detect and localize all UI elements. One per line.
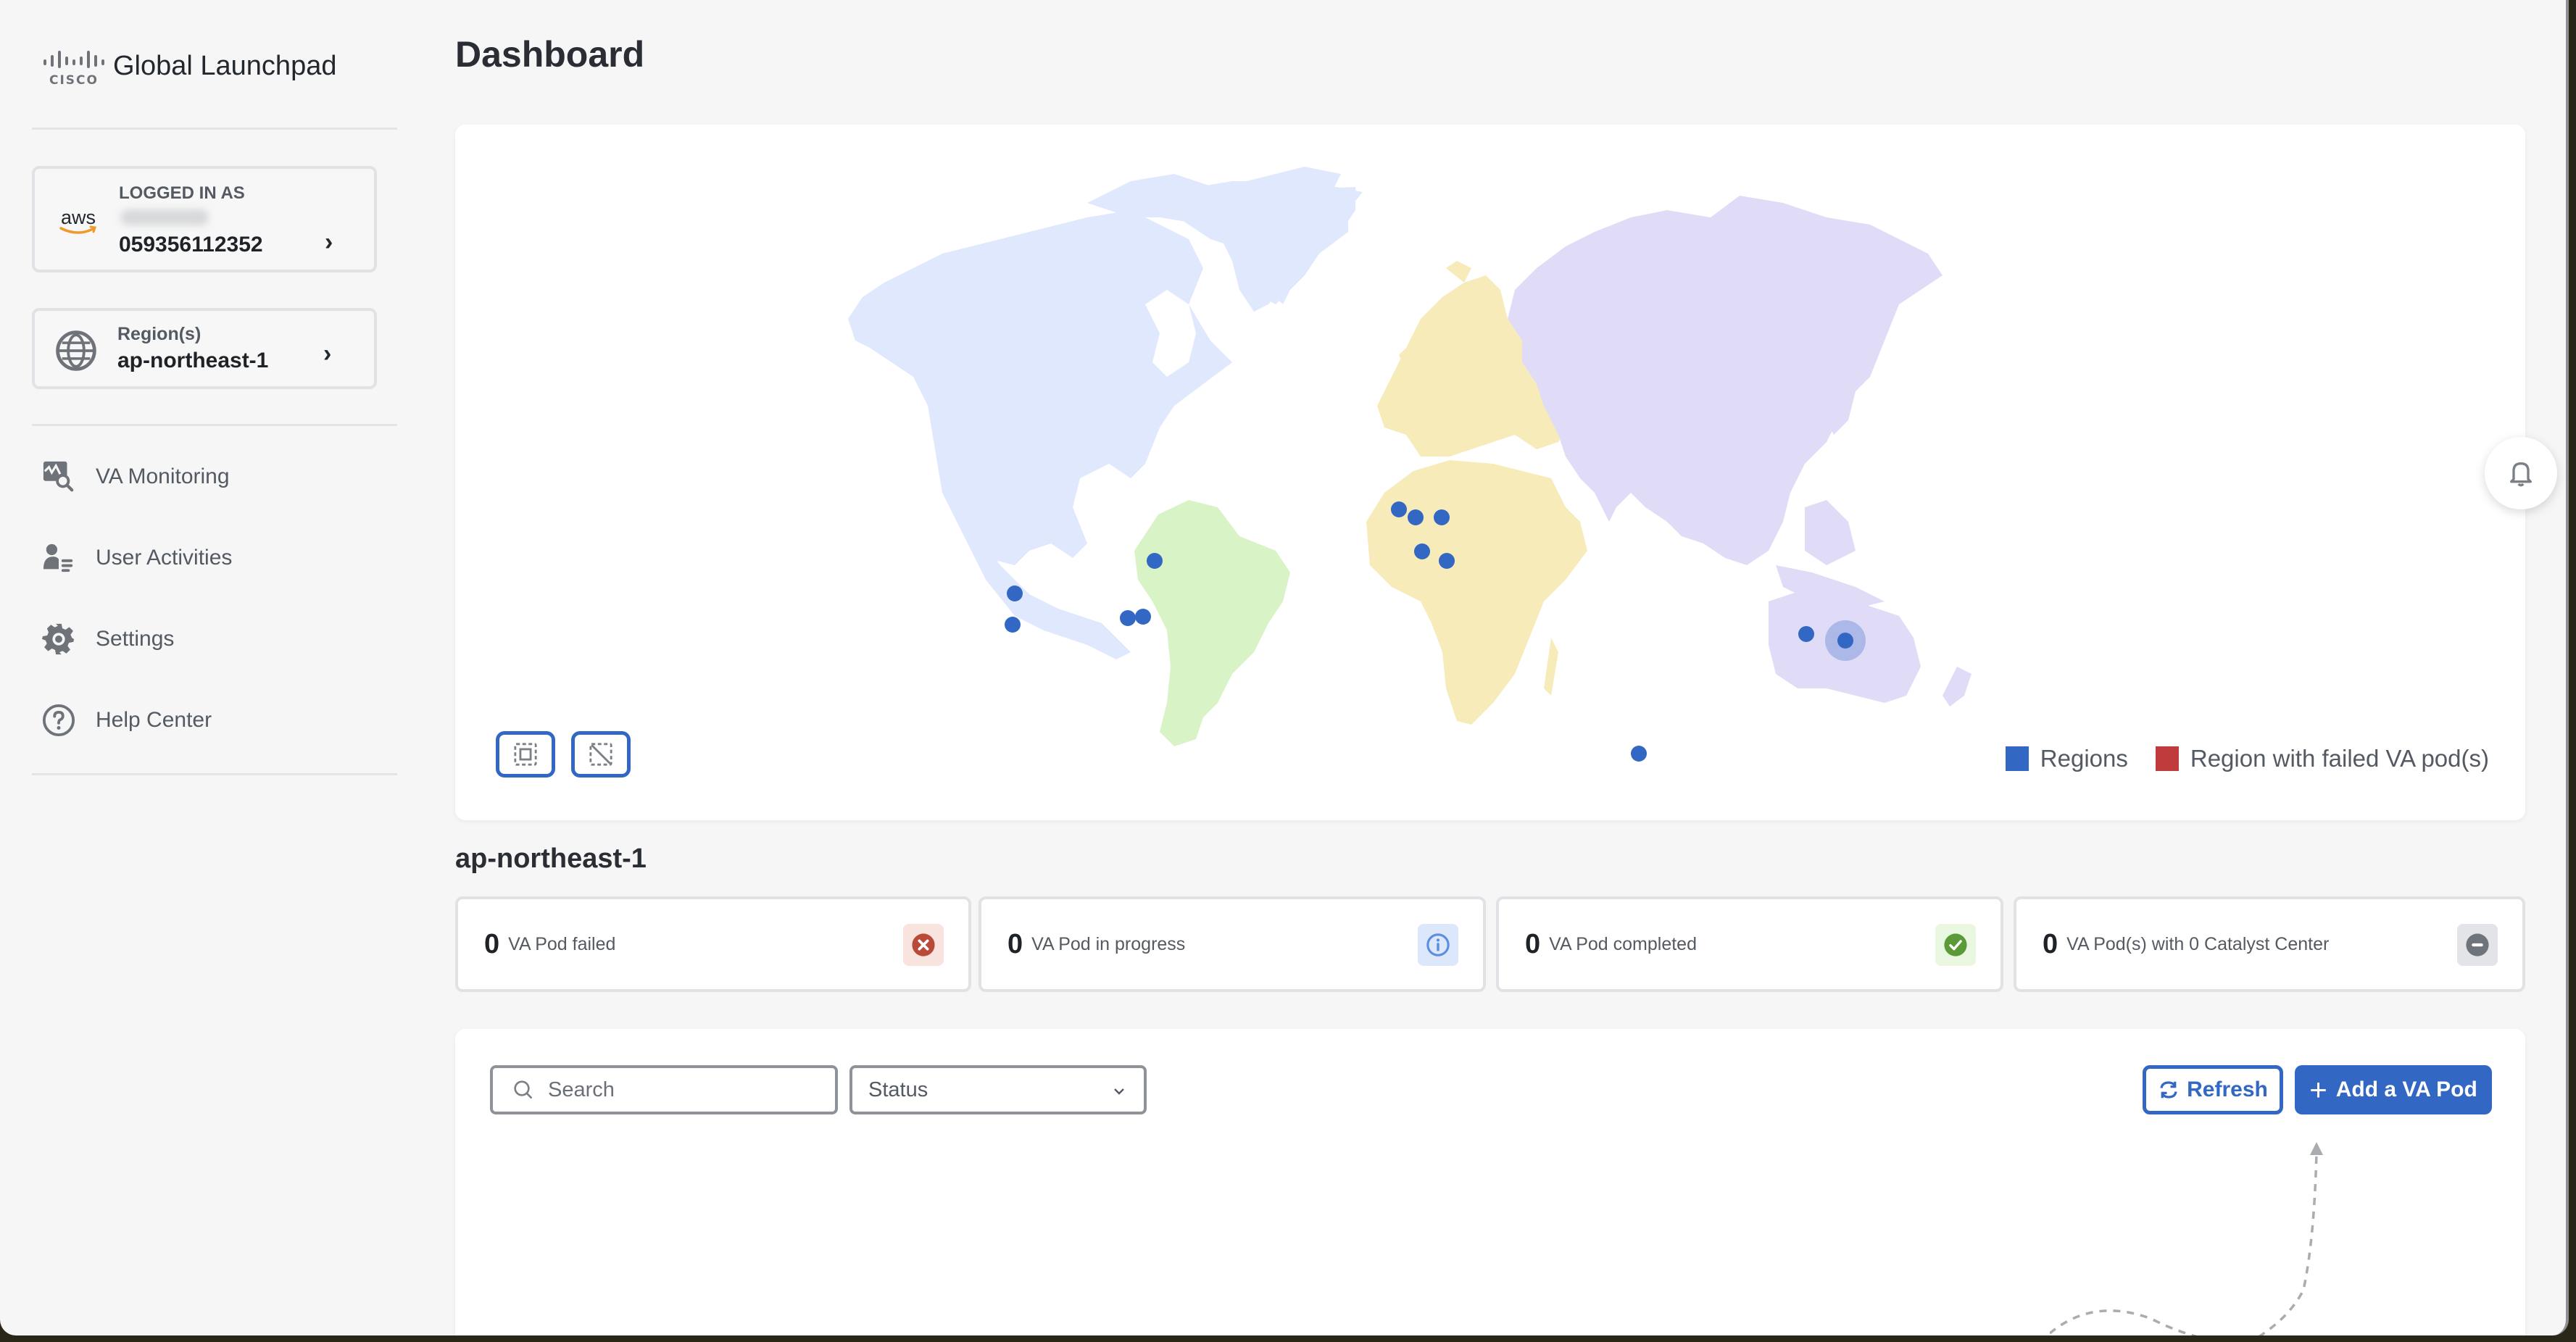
stat-card-completed[interactable]: 0 VA Pod completed <box>1496 896 2003 992</box>
clear-selection-button[interactable] <box>571 731 631 778</box>
status-select-value: Status <box>868 1078 928 1101</box>
region-value: ap-northeast-1 <box>117 349 269 372</box>
app-window: CISCO Global Launchpad aws LOGGED IN AS … <box>0 0 2569 1335</box>
region-marker-eu-central-1[interactable] <box>1434 509 1450 525</box>
region-heading: ap-northeast-1 <box>455 843 647 874</box>
account-id: 059356112352 <box>119 233 263 257</box>
refresh-label: Refresh <box>2187 1078 2268 1101</box>
stat-card-in-progress[interactable]: 0 VA Pod in progress <box>979 896 1486 992</box>
notifications-button[interactable] <box>2485 437 2557 509</box>
sidebar-divider <box>32 424 397 426</box>
region-marker-eu-west-1[interactable] <box>1391 501 1407 517</box>
svg-text:CISCO: CISCO <box>49 73 99 87</box>
cisco-logo-icon: CISCO <box>43 51 104 87</box>
fit-to-screen-button[interactable] <box>496 731 555 778</box>
sidebar-item-help-center[interactable]: Help Center <box>42 699 212 742</box>
add-va-pod-button[interactable]: + Add a VA Pod <box>2295 1065 2492 1114</box>
select-all-icon <box>514 743 537 766</box>
refresh-icon <box>2160 1081 2177 1099</box>
legend-label-failed: Region with failed VA pod(s) <box>2190 745 2489 772</box>
stat-badge <box>2457 924 2498 966</box>
stat-badge <box>1935 924 1976 966</box>
deselect-icon <box>589 743 612 766</box>
logged-in-label: LOGGED IN AS <box>119 183 245 203</box>
legend-swatch-failed <box>2155 746 2179 771</box>
map-legend: Regions Region with failed VA pod(s) <box>2005 745 2489 772</box>
continent-south-america <box>1134 500 1290 746</box>
app-title: Global Launchpad <box>113 51 337 81</box>
search-input[interactable]: Search <box>490 1065 838 1114</box>
search-icon <box>514 1080 532 1099</box>
x-circle-icon <box>912 933 935 957</box>
page-title: Dashboard <box>455 34 645 75</box>
region-marker-ca-central-1[interactable] <box>1147 553 1163 569</box>
world-map[interactable] <box>455 125 2525 820</box>
check-circle-icon <box>1944 933 1967 957</box>
va-pod-table-card: Search Status Refresh + Add a VA Pod <box>455 1029 2525 1335</box>
region-marker-eu-west-2[interactable] <box>1408 509 1424 525</box>
stat-label: VA Pod in progress <box>1031 933 1186 954</box>
region-marker-eu-west-3[interactable] <box>1414 543 1430 559</box>
chevron-down-icon <box>1114 1088 1124 1095</box>
refresh-button[interactable]: Refresh <box>2143 1065 2283 1114</box>
region-card[interactable]: Region(s) ap-northeast-1 › <box>32 308 377 389</box>
stat-count: 0 <box>1007 928 1023 959</box>
gear-icon <box>42 623 75 655</box>
sidebar-divider <box>32 128 397 130</box>
plus-icon: + <box>2309 1072 2327 1106</box>
stat-count: 0 <box>2043 928 2058 959</box>
search-placeholder: Search <box>548 1078 615 1101</box>
legend-label-regions: Regions <box>2040 745 2128 772</box>
chevron-right-icon: › <box>323 340 332 367</box>
sidebar-item-settings[interactable]: Settings <box>42 617 174 661</box>
globe-icon <box>56 330 96 371</box>
region-marker-ap-south-1[interactable] <box>1631 746 1647 762</box>
region-marker-us-west-1[interactable] <box>1007 585 1023 601</box>
stat-card-no-catalyst[interactable]: 0 VA Pod(s) with 0 Catalyst Center <box>2014 896 2525 992</box>
onboarding-arrow-icon <box>2050 1142 2323 1335</box>
bell-icon <box>2510 462 2532 487</box>
sidebar-divider <box>32 773 397 775</box>
stat-label: VA Pod completed <box>1549 933 1697 954</box>
status-select[interactable]: Status <box>849 1065 1147 1114</box>
stat-card-failed[interactable]: 0 VA Pod failed <box>455 896 971 992</box>
region-label: Region(s) <box>117 324 201 344</box>
user-list-icon <box>43 543 73 572</box>
stat-count: 0 <box>1525 928 1541 959</box>
chevron-right-icon: › <box>325 228 333 256</box>
minus-circle-icon <box>2466 933 2489 957</box>
continent-asia-oceania <box>1508 196 1972 707</box>
region-marker-us-west-2[interactable] <box>1005 617 1021 633</box>
sidebar-item-label: Help Center <box>96 708 212 732</box>
stat-count: 0 <box>484 928 500 959</box>
region-marker-us-east-2[interactable] <box>1120 610 1136 626</box>
region-marker-eu-central-2[interactable] <box>1439 553 1455 569</box>
stat-badge <box>1418 924 1458 966</box>
account-card[interactable]: aws LOGGED IN AS 059356112352 › <box>32 166 377 272</box>
world-map-card: Regions Region with failed VA pod(s) <box>455 125 2525 820</box>
sidebar-item-va-monitoring[interactable]: VA Monitoring <box>42 455 230 499</box>
monitoring-search-icon <box>43 461 74 492</box>
aws-logo-icon: aws <box>59 207 96 234</box>
sidebar-item-user-activities[interactable]: User Activities <box>42 536 232 580</box>
stat-label: VA Pod failed <box>508 933 616 954</box>
svg-text:aws: aws <box>61 207 96 228</box>
stat-label: VA Pod(s) with 0 Catalyst Center <box>2066 933 2330 954</box>
sidebar-item-label: VA Monitoring <box>96 464 230 488</box>
sidebar: CISCO Global Launchpad aws LOGGED IN AS … <box>0 0 428 1335</box>
region-marker-ap-northeast-1[interactable] <box>1837 633 1853 649</box>
username-redacted <box>120 209 209 225</box>
help-circle-icon <box>42 704 75 737</box>
info-circle-icon <box>1426 933 1450 957</box>
legend-swatch-regions <box>2005 746 2029 771</box>
sidebar-item-label: Settings <box>96 627 175 651</box>
region-marker-ap-northeast-2[interactable] <box>1798 626 1814 642</box>
stat-badge <box>903 924 944 966</box>
region-marker-us-east-1[interactable] <box>1135 609 1151 625</box>
add-va-pod-label: Add a VA Pod <box>2335 1078 2477 1101</box>
sidebar-item-label: User Activities <box>96 546 233 570</box>
